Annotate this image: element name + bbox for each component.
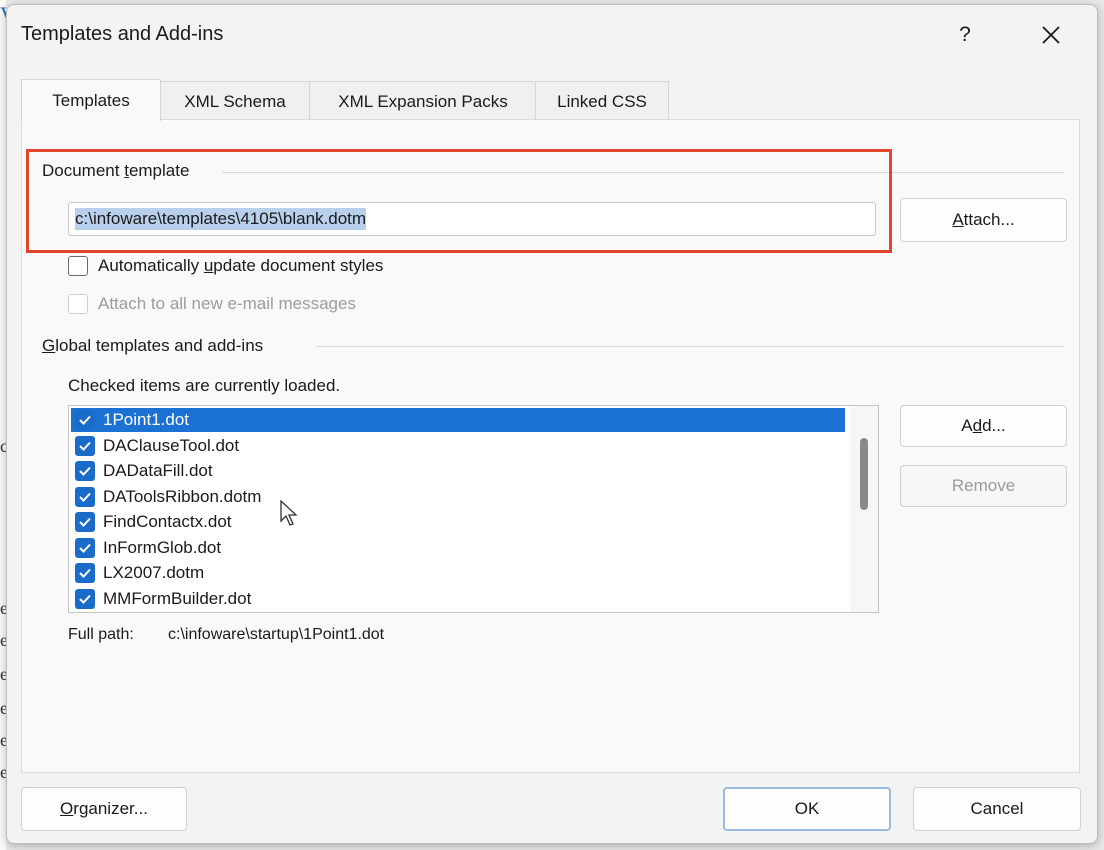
checked-checkbox-icon[interactable]	[75, 436, 95, 456]
list-item-label: DAClauseTool.dot	[103, 436, 240, 455]
checked-checkbox-icon[interactable]	[75, 563, 95, 583]
global-templates-divider	[316, 346, 1064, 347]
list-item-label: FindContactx.dot	[103, 512, 232, 531]
checked-checkbox-icon[interactable]	[75, 589, 95, 609]
mouse-cursor-icon	[280, 500, 298, 526]
list-scrollbar[interactable]	[850, 406, 878, 612]
ok-button[interactable]: OK	[723, 787, 891, 831]
close-icon	[1042, 26, 1060, 44]
scrollbar-thumb[interactable]	[860, 438, 868, 510]
list-item[interactable]: DAClauseTool.dot	[71, 434, 845, 458]
list-item-label: DADataFill.dot	[103, 461, 213, 480]
list-item[interactable]: InFormGlob.dot	[71, 536, 845, 560]
list-item-label: 1Point1.dot	[103, 410, 190, 429]
global-templates-list[interactable]: 1Point1.dot DAClauseTool.dot DADataFill.…	[68, 405, 879, 613]
attach-button[interactable]: Attach...	[900, 198, 1067, 242]
close-button[interactable]	[1035, 19, 1067, 51]
cancel-button[interactable]: Cancel	[913, 787, 1081, 831]
list-item-label: DAToolsRibbon.dotm	[103, 487, 262, 506]
auto-update-styles-checkbox[interactable]: Automatically update document styles	[68, 256, 383, 276]
list-item[interactable]: 1Point1.dot	[71, 408, 845, 432]
dialog-titlebar: Templates and Add-ins ?	[7, 5, 1097, 65]
attach-email-checkbox: Attach to all new e-mail messages	[68, 294, 356, 314]
checked-checkbox-icon[interactable]	[75, 487, 95, 507]
tab-linked-css[interactable]: Linked CSS	[535, 81, 669, 121]
tab-templates[interactable]: Templates	[21, 79, 161, 121]
tab-xml-schema[interactable]: XML Schema	[159, 81, 311, 121]
add-button[interactable]: Ad d...	[900, 405, 1067, 447]
list-item-label: MMFormBuilder.dot	[103, 589, 252, 608]
checkbox-box	[68, 294, 88, 314]
checked-checkbox-icon[interactable]	[75, 538, 95, 558]
remove-button[interactable]: Remove	[900, 465, 1067, 507]
list-item[interactable]: LX2007.dotm	[71, 561, 845, 585]
templates-tab-panel: Document template c:\infoware\templates\…	[21, 119, 1080, 773]
attach-email-label: Attach to all new e-mail messages	[98, 294, 356, 313]
list-item[interactable]: FindContactx.dot	[71, 510, 845, 534]
list-item[interactable]: MMFormBuilder.dot	[71, 587, 845, 611]
tab-xml-expansion-packs[interactable]: XML Expansion Packs	[309, 81, 537, 121]
auto-update-styles-label: Automatically update document styles	[98, 256, 384, 275]
checked-checkbox-icon[interactable]	[75, 410, 95, 430]
checked-checkbox-icon[interactable]	[75, 512, 95, 532]
global-templates-heading: Global templates and add-ins	[42, 336, 264, 355]
full-path-value: c:\infoware\startup\1Point1.dot	[168, 626, 385, 643]
list-item-label: LX2007.dotm	[103, 563, 205, 582]
dialog-title: Templates and Add-ins	[21, 23, 224, 45]
checked-checkbox-icon[interactable]	[75, 461, 95, 481]
templates-addins-dialog: Templates and Add-ins ? Templates XML Sc…	[6, 4, 1098, 844]
list-item-label: InFormGlob.dot	[103, 538, 222, 557]
annotation-highlight-box	[26, 149, 892, 253]
loaded-items-hint: Checked items are currently loaded.	[68, 376, 341, 395]
list-item[interactable]: DAToolsRibbon.dotm	[71, 485, 845, 509]
checkbox-box	[68, 256, 88, 276]
help-button[interactable]: ?	[949, 19, 981, 51]
list-item[interactable]: DADataFill.dot	[71, 459, 845, 483]
full-path-label: Full path:	[68, 626, 134, 643]
organizer-button[interactable]: Organizer...	[21, 787, 187, 831]
